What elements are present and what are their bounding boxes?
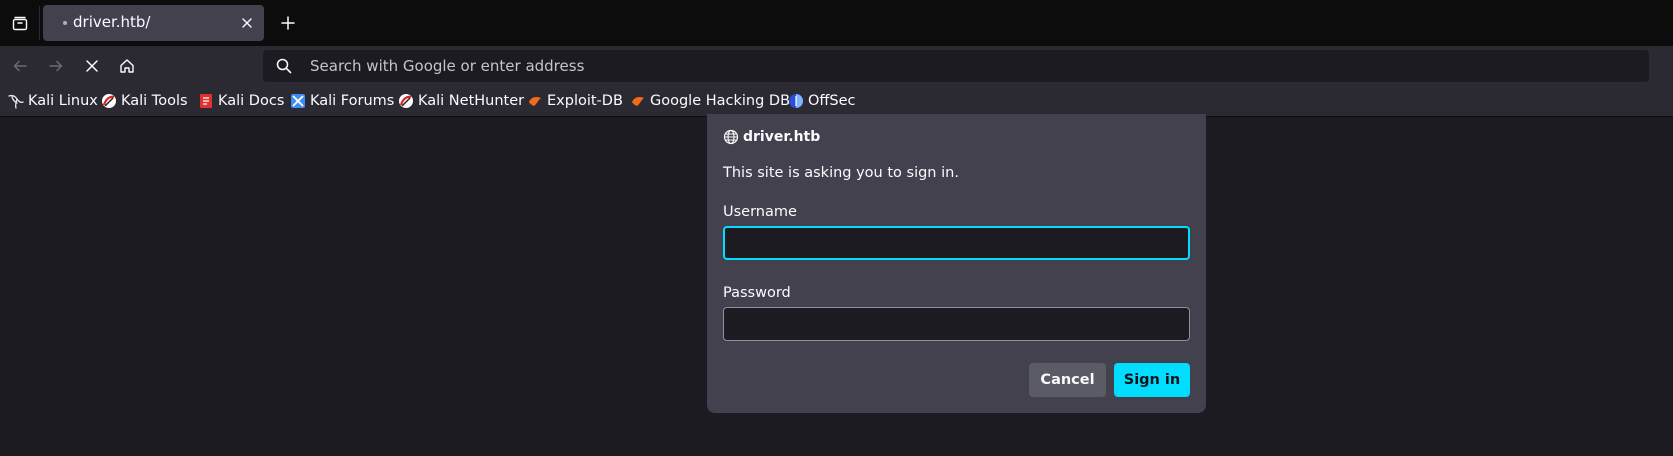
- stop-button[interactable]: [76, 50, 108, 82]
- password-input[interactable]: [723, 307, 1190, 341]
- forward-arrow-icon: [49, 60, 63, 72]
- bookmark-offsec[interactable]: OffSec: [788, 90, 856, 112]
- bookmark-label: Kali Docs: [218, 93, 285, 109]
- bookmark-label: Google Hacking DB: [650, 93, 791, 109]
- search-icon: [276, 58, 292, 74]
- bookmark-label: OffSec: [808, 93, 856, 109]
- new-tab-button[interactable]: [272, 7, 304, 39]
- offsec-icon: [788, 93, 804, 109]
- tab-list-icon: [12, 16, 28, 31]
- username-label: Username: [723, 204, 797, 220]
- kali-docs-icon: [198, 93, 214, 109]
- url-bar[interactable]: [263, 50, 1649, 82]
- tab-separator: [39, 6, 40, 40]
- navigation-toolbar: [0, 46, 1673, 86]
- bookmarks-toolbar: Kali Linux Kali Tools Kali Docs Kali For…: [0, 86, 1673, 117]
- bookmark-kali-tools[interactable]: Kali Tools: [101, 90, 188, 112]
- sign-in-button[interactable]: Sign in: [1114, 363, 1190, 397]
- list-all-tabs-button[interactable]: [4, 7, 36, 39]
- url-input[interactable]: [308, 50, 1638, 82]
- tab-loading-indicator: [63, 21, 67, 25]
- cancel-button[interactable]: Cancel: [1029, 363, 1106, 397]
- bookmark-label: Kali NetHunter: [418, 93, 525, 109]
- dialog-host: driver.htb: [743, 129, 821, 145]
- bookmark-label: Kali Linux: [28, 93, 98, 109]
- tab-strip: driver.htb/: [0, 0, 1673, 46]
- close-icon: [242, 18, 252, 28]
- kali-dragon-icon: [8, 93, 24, 109]
- bookmark-kali-forums[interactable]: Kali Forums: [290, 90, 394, 112]
- stop-icon: [86, 60, 98, 72]
- kali-tools-icon: [101, 93, 117, 109]
- dialog-message: This site is asking you to sign in.: [723, 165, 959, 181]
- password-label: Password: [723, 285, 791, 301]
- auth-dialog: driver.htb This site is asking you to si…: [707, 114, 1206, 413]
- bookmark-label: Kali Tools: [121, 93, 188, 109]
- bookmark-kali-nethunter[interactable]: Kali NetHunter: [398, 90, 524, 112]
- back-button[interactable]: [4, 50, 36, 82]
- tab-active[interactable]: driver.htb/: [43, 5, 264, 41]
- bookmark-label: Kali Forums: [310, 93, 395, 109]
- bookmark-exploit-db[interactable]: Exploit-DB: [527, 90, 623, 112]
- bookmark-kali-docs[interactable]: Kali Docs: [198, 90, 284, 112]
- exploit-db-icon: [527, 93, 543, 109]
- bookmark-kali-linux[interactable]: Kali Linux: [8, 90, 98, 112]
- home-button[interactable]: [111, 50, 143, 82]
- forward-button[interactable]: [40, 50, 72, 82]
- bookmark-label: Exploit-DB: [547, 93, 623, 109]
- kali-nethunter-icon: [398, 93, 414, 109]
- username-input[interactable]: [723, 226, 1190, 260]
- home-icon: [120, 59, 134, 73]
- dialog-host-heading: driver.htb: [723, 129, 820, 145]
- kali-forums-icon: [290, 93, 306, 109]
- bookmark-google-hacking-db[interactable]: Google Hacking DB: [630, 90, 790, 112]
- plus-icon: [281, 16, 295, 30]
- tab-close-button[interactable]: [238, 14, 256, 32]
- globe-icon: [723, 129, 739, 145]
- ghdb-icon: [630, 93, 646, 109]
- tab-title: driver.htb/: [73, 13, 151, 31]
- back-arrow-icon: [13, 60, 27, 72]
